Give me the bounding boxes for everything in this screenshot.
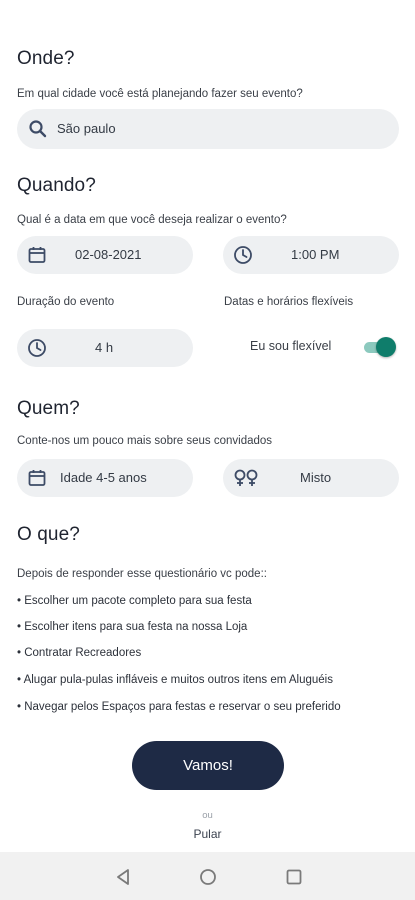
skip-link[interactable]: Pular (0, 827, 415, 841)
flexible-toggle-label: Eu sou flexível (250, 339, 332, 353)
clock-icon (27, 338, 47, 358)
or-separator: ou (202, 810, 213, 821)
calendar-icon (27, 245, 47, 265)
gender-value: Misto (300, 470, 332, 485)
system-navigation-bar (0, 852, 415, 900)
list-item: • Escolher itens para sua festa na nossa… (17, 621, 248, 633)
list-item: • Escolher um pacote completo para sua f… (17, 595, 252, 607)
time-value: 1:00 PM (291, 247, 340, 262)
quem-subtitle: Conte-nos um pouco mais sobre seus convi… (17, 435, 273, 447)
date-value: 02-08-2021 (75, 247, 142, 262)
clock-icon (233, 245, 253, 265)
flexible-toggle[interactable] (364, 337, 396, 357)
back-icon[interactable] (112, 866, 134, 888)
gender-field[interactable]: Misto (223, 459, 399, 497)
duration-label: Duração do evento (17, 296, 115, 308)
quando-subtitle: Qual é a data em que você deseja realiza… (17, 214, 287, 226)
city-search-input[interactable]: São paulo (17, 109, 399, 149)
flexible-label: Datas e horários flexíveis (224, 296, 354, 308)
time-picker-field[interactable]: 1:00 PM (223, 236, 399, 274)
search-icon (28, 119, 48, 139)
vamos-button[interactable]: Vamos! (132, 741, 284, 790)
duration-field[interactable]: 4 h (17, 329, 193, 367)
section-title-onde: Onde? (17, 48, 75, 69)
calendar-icon (27, 468, 47, 488)
age-value: Idade 4-5 anos (60, 470, 147, 485)
duration-value: 4 h (95, 340, 114, 355)
city-search-value: São paulo (57, 121, 116, 136)
onde-subtitle: Em qual cidade você está planejando faze… (17, 88, 303, 100)
age-field[interactable]: Idade 4-5 anos (17, 459, 193, 497)
section-title-oque: O que? (17, 524, 80, 545)
list-item: • Navegar pelos Espaços para festas e re… (17, 701, 341, 713)
gender-mixed-icon (233, 468, 261, 488)
section-title-quem: Quem? (17, 398, 80, 419)
list-item: • Contratar Recreadores (17, 647, 142, 659)
oque-intro: Depois de responder esse questionário vc… (17, 568, 267, 580)
section-title-quando: Quando? (17, 175, 96, 196)
recents-icon[interactable] (283, 866, 305, 888)
toggle-knob (376, 337, 396, 357)
home-icon[interactable] (197, 866, 219, 888)
date-picker-field[interactable]: 02-08-2021 (17, 236, 193, 274)
list-item: • Alugar pula-pulas infláveis e muitos o… (17, 674, 333, 686)
